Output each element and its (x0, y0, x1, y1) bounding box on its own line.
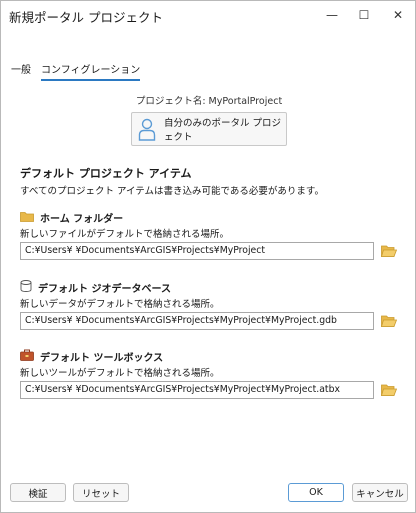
validate-button[interactable]: 検証 (10, 483, 66, 502)
reset-button[interactable]: リセット (73, 483, 129, 502)
dialog-title: 新規ポータル プロジェクト (9, 10, 163, 25)
geodatabase-input[interactable]: C:¥Users¥ ¥Documents¥ArcGIS¥Projects¥MyP… (20, 312, 374, 330)
project-name-label: プロジェクト名: MyPortalProject (135, 96, 283, 107)
folder-icon (20, 211, 34, 225)
browse-folder-icon[interactable] (380, 314, 398, 328)
home-folder-description: 新しいファイルがデフォルトで格納される場所。 (20, 229, 230, 240)
default-items-description: すべてのプロジェクト アイテムは書き込み可能である必要があります。 (20, 186, 324, 197)
minimize-button[interactable]: — (319, 5, 345, 25)
geodatabase-label: デフォルト ジオデータベース (38, 284, 171, 295)
toolbox-label: デフォルト ツールボックス (40, 353, 164, 364)
browse-folder-icon[interactable] (380, 244, 398, 258)
geodatabase-description: 新しいデータがデフォルトで格納される場所。 (20, 299, 220, 310)
home-folder-input[interactable]: C:¥Users¥ ¥Documents¥ArcGIS¥Projects¥MyP… (20, 242, 374, 260)
toolbox-input[interactable]: C:¥Users¥ ¥Documents¥ArcGIS¥Projects¥MyP… (20, 381, 374, 399)
project-location-button[interactable]: 自分のみのポータル プロジェクト (131, 112, 287, 146)
toolbox-description: 新しいツールがデフォルトで格納される場所。 (20, 368, 220, 379)
new-portal-project-dialog: 新規ポータル プロジェクト — ☐ ✕ 一般 コンフィグレーション プロジェクト… (0, 0, 416, 513)
default-items-heading: デフォルト プロジェクト アイテム (20, 167, 192, 180)
tab-general[interactable]: 一般 (11, 61, 31, 81)
ok-button[interactable]: OK (288, 483, 344, 502)
cancel-button[interactable]: キャンセル (352, 483, 408, 502)
close-button[interactable]: ✕ (385, 5, 411, 25)
tab-strip: 一般 コンフィグレーション (11, 61, 141, 81)
person-icon (138, 117, 156, 141)
home-folder-heading: ホーム フォルダー (20, 210, 123, 225)
toolbox-heading: デフォルト ツールボックス (20, 349, 163, 364)
browse-folder-icon[interactable] (380, 383, 398, 397)
geodatabase-heading: デフォルト ジオデータベース (20, 280, 171, 295)
tab-configuration[interactable]: コンフィグレーション (41, 61, 141, 81)
project-location-label: 自分のみのポータル プロジェクト (164, 118, 282, 143)
home-folder-label: ホーム フォルダー (40, 214, 124, 225)
database-icon (20, 280, 32, 295)
maximize-button[interactable]: ☐ (351, 5, 377, 25)
toolbox-icon (20, 349, 34, 364)
title-bar: 新規ポータル プロジェクト — ☐ ✕ (1, 1, 415, 29)
